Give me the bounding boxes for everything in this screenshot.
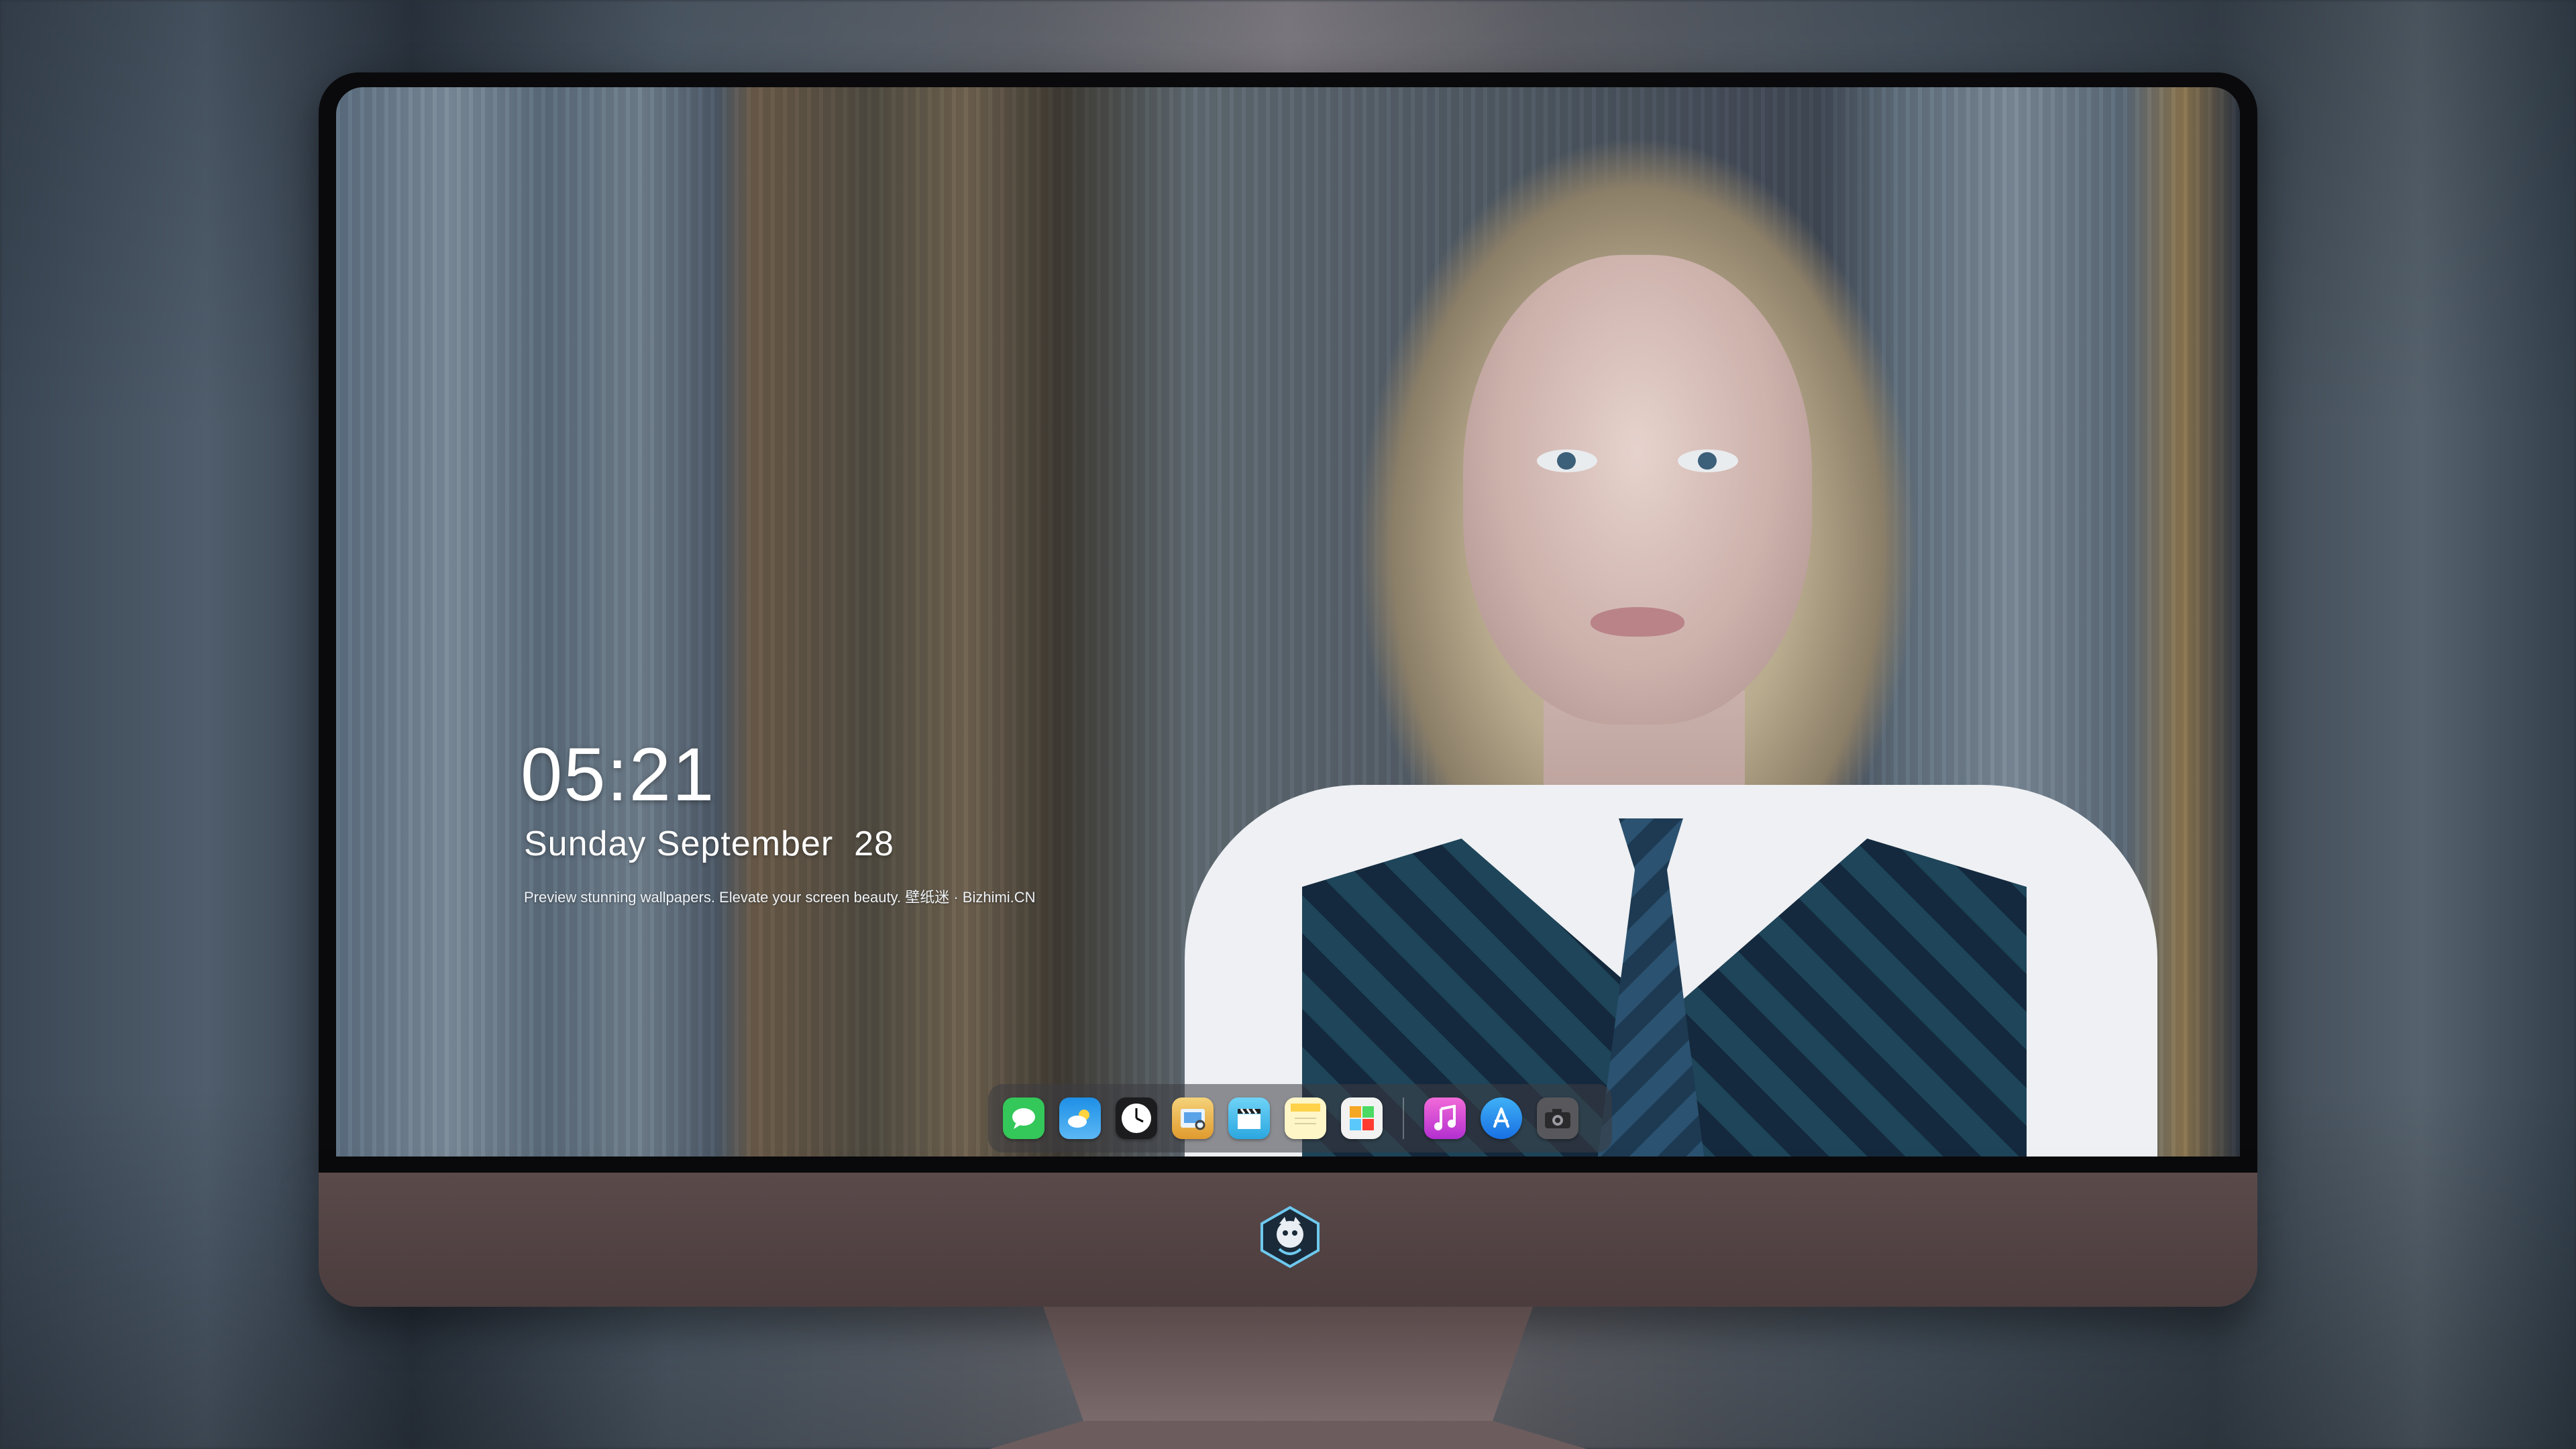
photo-grid-icon[interactable] bbox=[1341, 1097, 1383, 1139]
lock-screen[interactable]: 05:21 Sunday September 28 Preview stunni… bbox=[336, 87, 2240, 1157]
weather-icon[interactable] bbox=[1059, 1097, 1101, 1139]
wallpaper-tagline: Preview stunning wallpapers. Elevate you… bbox=[524, 889, 1036, 906]
monitor-stand bbox=[989, 1307, 1587, 1449]
imac-monitor: 05:21 Sunday September 28 Preview stunni… bbox=[319, 72, 2257, 1449]
messages-icon[interactable] bbox=[1003, 1097, 1044, 1139]
app-store-icon[interactable] bbox=[1481, 1097, 1522, 1139]
monitor-chin bbox=[319, 1173, 2257, 1307]
wallpaper-lips bbox=[1591, 607, 1684, 637]
camera-icon[interactable] bbox=[1537, 1097, 1578, 1139]
bizhimi-logo-icon bbox=[1258, 1205, 1322, 1269]
dock bbox=[988, 1084, 1612, 1152]
lock-clock: 05:21 bbox=[521, 733, 716, 816]
clock-icon[interactable] bbox=[1116, 1097, 1157, 1139]
preview-icon[interactable] bbox=[1172, 1097, 1214, 1139]
wallpaper-figure-face bbox=[1463, 255, 1812, 724]
screen-bezel: 05:21 Sunday September 28 Preview stunni… bbox=[319, 72, 2257, 1173]
music-note-icon[interactable] bbox=[1424, 1097, 1466, 1139]
dock-separator bbox=[1403, 1097, 1404, 1139]
wallpaper-eye-right bbox=[1678, 449, 1738, 472]
clapperboard-icon[interactable] bbox=[1228, 1097, 1270, 1139]
wallpaper-eye-left bbox=[1537, 449, 1597, 472]
lock-date: Sunday September 28 bbox=[524, 824, 894, 863]
notes-icon[interactable] bbox=[1285, 1097, 1326, 1139]
